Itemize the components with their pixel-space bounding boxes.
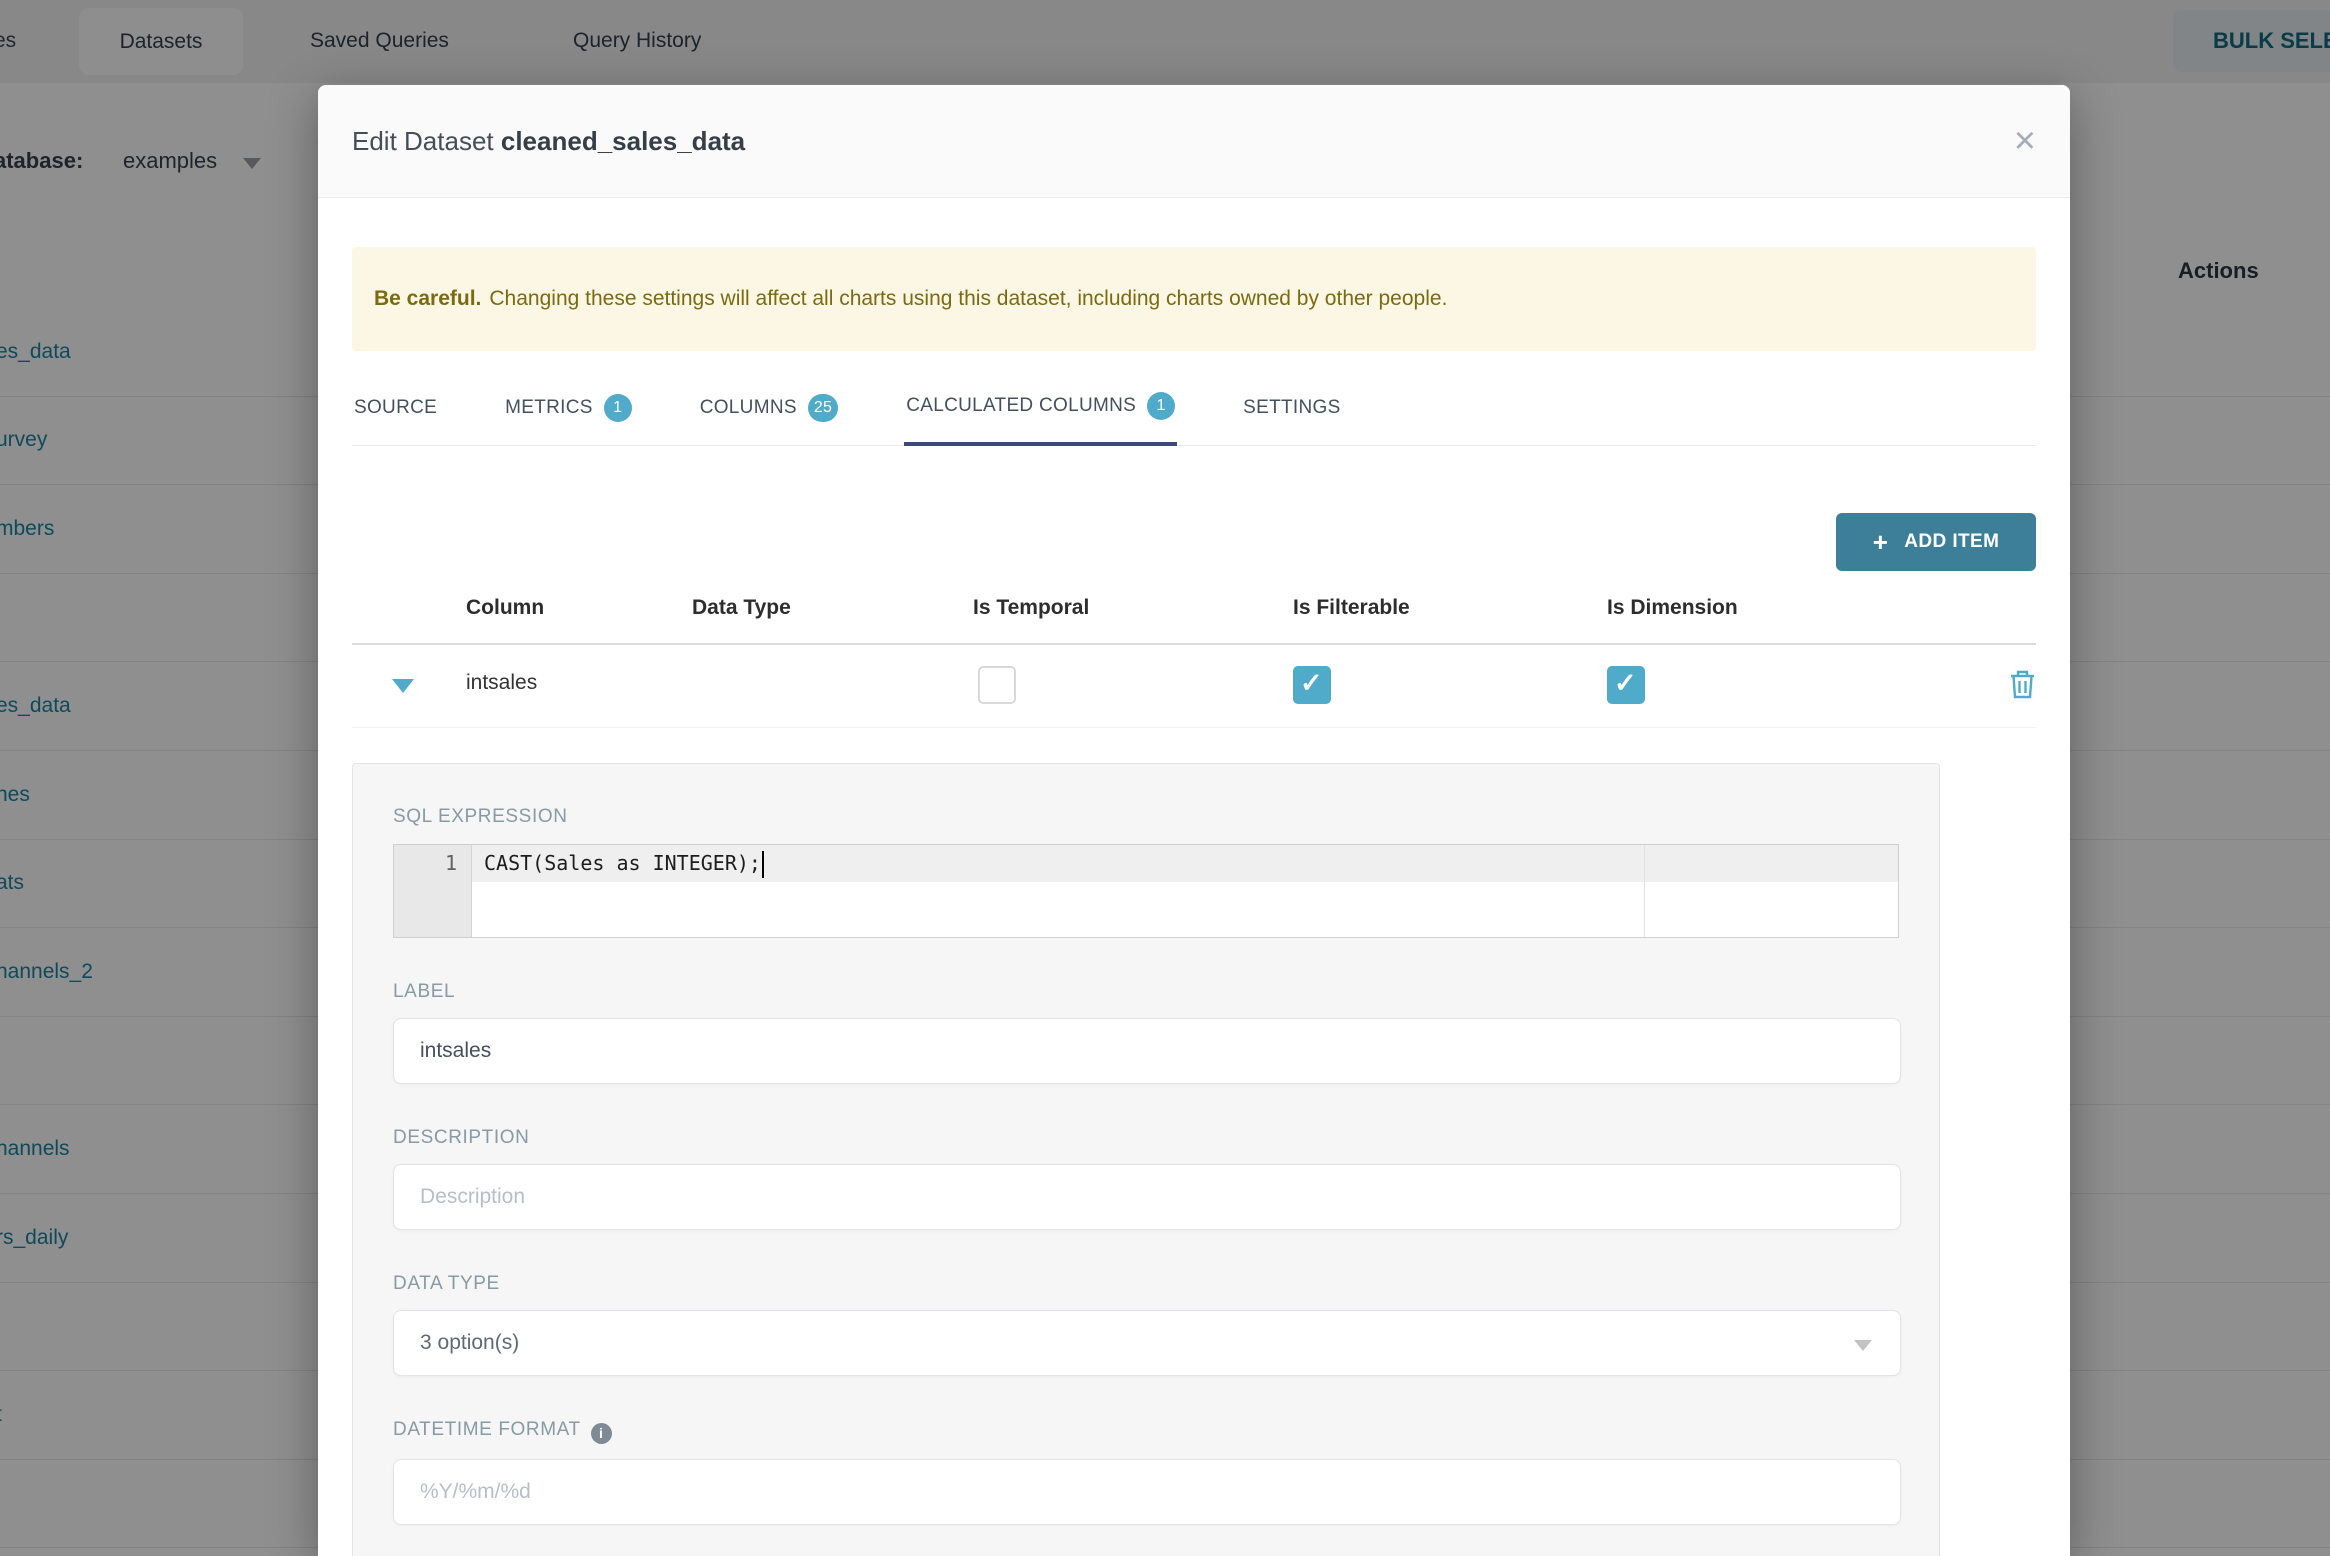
expand-caret-icon[interactable] bbox=[392, 679, 414, 693]
warning-text: Changing these settings will affect all … bbox=[489, 287, 1448, 310]
datetime-format-field-group: DATETIME FORMAT i bbox=[393, 1419, 1901, 1525]
text-cursor bbox=[761, 851, 764, 878]
warning-banner: Be careful. Changing these settings will… bbox=[352, 247, 2036, 351]
modal-title-prefix: Edit Dataset bbox=[352, 125, 494, 156]
sql-expression-field: SQL EXPRESSION 1 CAST(Sales as INTEGER); bbox=[393, 806, 1899, 938]
label-label: LABEL bbox=[393, 981, 456, 1002]
column-header: Is Filterable bbox=[1293, 596, 1410, 619]
modal-title: Edit Dataset cleaned_sales_data bbox=[352, 126, 745, 157]
warning-bold: Be careful. bbox=[374, 287, 482, 310]
calculated-column-row: intsales bbox=[352, 645, 2036, 728]
datetime-format-label: DATETIME FORMAT i bbox=[393, 1419, 1899, 1444]
add-item-row: + ADD ITEM bbox=[352, 513, 2036, 571]
modal-body: Be careful. Changing these settings will… bbox=[318, 247, 2070, 1556]
column-header: Column bbox=[466, 596, 545, 619]
sql-editor-code-area[interactable]: CAST(Sales as INTEGER); bbox=[472, 845, 1898, 937]
screen: es Datasets Saved Queries Query History … bbox=[0, 0, 2330, 1556]
sql-editor[interactable]: 1 CAST(Sales as INTEGER); bbox=[393, 844, 1899, 938]
datatype-field-group: DATA TYPE 3 option(s) bbox=[393, 1273, 1901, 1376]
description-input[interactable] bbox=[393, 1164, 1901, 1230]
add-item-label: ADD ITEM bbox=[1904, 531, 2000, 552]
is-filterable-checkbox[interactable] bbox=[1293, 666, 1331, 704]
tab-label: COLUMNS bbox=[699, 396, 797, 418]
plus-icon: + bbox=[1872, 526, 1889, 557]
column-detail-panel: SQL EXPRESSION 1 CAST(Sales as INTEGER);… bbox=[352, 763, 1940, 1556]
column-header: Is Temporal bbox=[973, 596, 1090, 619]
tab-calculated-columns[interactable]: CALCULATED COLUMNS 1 bbox=[904, 370, 1178, 446]
column-name: intsales bbox=[466, 671, 538, 694]
tab-count-badge: 25 bbox=[807, 393, 839, 422]
close-icon[interactable]: × bbox=[2014, 122, 2036, 160]
column-header: Is Dimension bbox=[1607, 596, 1738, 619]
tab-count-badge: 1 bbox=[1147, 392, 1176, 420]
grid-header: Column Data Type Is Temporal Is Filterab… bbox=[352, 586, 2036, 645]
modal-tabs: SOURCE METRICS 1 COLUMNS 25 CALCULATED C… bbox=[352, 370, 2036, 446]
tab-source[interactable]: SOURCE bbox=[352, 370, 439, 445]
datatype-label: DATA TYPE bbox=[393, 1273, 500, 1294]
label-field-group: LABEL bbox=[393, 981, 1901, 1084]
datatype-selected-value: 3 option(s) bbox=[420, 1331, 520, 1354]
tab-settings[interactable]: SETTINGS bbox=[1241, 370, 1342, 445]
modal-header: Edit Dataset cleaned_sales_data × bbox=[318, 85, 2070, 198]
edit-dataset-modal: Edit Dataset cleaned_sales_data × Be car… bbox=[318, 85, 2070, 1556]
tab-label: SETTINGS bbox=[1243, 396, 1341, 418]
tab-count-badge: 1 bbox=[603, 393, 632, 422]
column-header: Data Type bbox=[692, 596, 791, 619]
is-dimension-checkbox[interactable] bbox=[1607, 666, 1645, 704]
info-icon[interactable]: i bbox=[590, 1422, 612, 1444]
delete-trash-icon[interactable] bbox=[2009, 669, 2036, 705]
sql-expression-label: SQL EXPRESSION bbox=[393, 806, 568, 827]
is-temporal-checkbox[interactable] bbox=[978, 666, 1016, 704]
tab-label: SOURCE bbox=[354, 396, 438, 418]
description-field-group: DESCRIPTION bbox=[393, 1127, 1901, 1230]
sql-editor-gutter: 1 bbox=[394, 845, 472, 937]
calculated-columns-grid: Column Data Type Is Temporal Is Filterab… bbox=[352, 586, 2036, 728]
datatype-select[interactable]: 3 option(s) bbox=[393, 1310, 1901, 1376]
sql-code-line: CAST(Sales as INTEGER); bbox=[472, 845, 1898, 882]
add-item-button[interactable]: + ADD ITEM bbox=[1836, 513, 2036, 571]
select-caret-icon bbox=[1854, 1340, 1872, 1351]
modal-title-dataset-name: cleaned_sales_data bbox=[500, 125, 746, 156]
description-label: DESCRIPTION bbox=[393, 1127, 530, 1148]
tab-label: METRICS bbox=[505, 396, 593, 418]
tab-metrics[interactable]: METRICS 1 bbox=[503, 370, 634, 445]
datetime-format-input[interactable] bbox=[393, 1458, 1901, 1525]
label-input[interactable] bbox=[393, 1018, 1901, 1084]
tab-columns[interactable]: COLUMNS 25 bbox=[698, 370, 841, 445]
tab-label: CALCULATED COLUMNS bbox=[906, 395, 1137, 416]
